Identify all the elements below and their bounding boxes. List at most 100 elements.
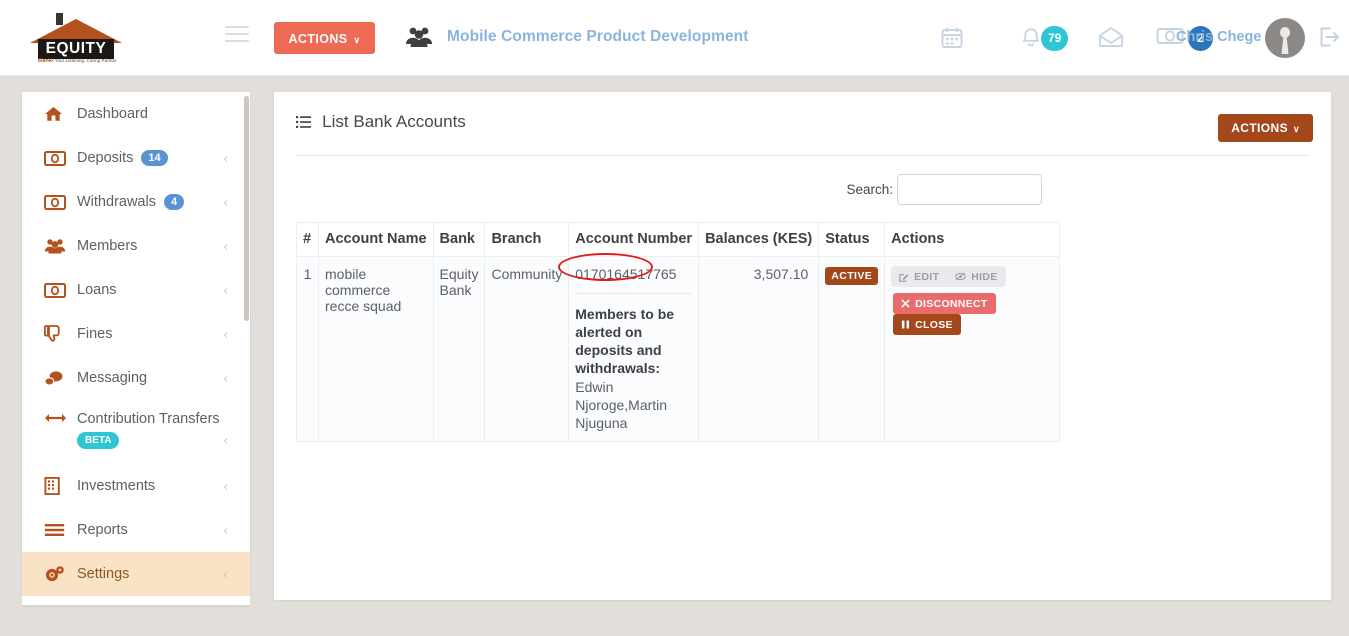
column-header-index[interactable]: # <box>296 222 319 257</box>
alerted-members-block: Members to be alerted on deposits and wi… <box>575 293 693 432</box>
users-group-icon <box>405 25 433 49</box>
calendar-icon[interactable] <box>940 26 964 50</box>
column-header-bank[interactable]: Bank <box>432 222 486 257</box>
close-button-label: CLOSE <box>915 318 953 331</box>
card-actions-button[interactable]: ACTIONS ∨ <box>1218 114 1313 142</box>
envelope-open-icon[interactable] <box>1098 26 1123 50</box>
bell-icon[interactable] <box>1019 26 1043 50</box>
chevron-left-icon: ‹ <box>223 432 228 448</box>
alerted-members-names: Edwin Njoroge,Martin Njuguna <box>575 379 668 431</box>
sidebar-item-messaging[interactable]: Messaging ‹ <box>22 356 250 400</box>
table-header: # Account Name Bank Branch Account Numbe… <box>296 222 1060 257</box>
sidebar-badge-deposits: 14 <box>141 150 168 166</box>
sidebar-item-label: Fines <box>77 326 113 342</box>
team-name-link[interactable]: Mobile Commerce Product Development <box>447 28 749 46</box>
table-header-row: # Account Name Bank Branch Account Numbe… <box>296 222 1060 257</box>
logo-wordmark: EQUITY <box>38 39 114 59</box>
cell-account-name: mobile commerce recce squad <box>318 256 434 442</box>
edit-button[interactable]: EDIT <box>891 266 948 287</box>
sidebar-item-label: Loans <box>77 282 117 298</box>
avatar[interactable] <box>1265 18 1305 58</box>
sidebar-item-label: Reports <box>77 522 128 538</box>
bank-accounts-card: List Bank Accounts ACTIONS ∨ Search: # Ac… <box>274 92 1331 600</box>
sidebar-item-contribution-transfers[interactable]: Contribution Transfers BETA ‹ <box>22 400 250 464</box>
gears-icon <box>44 565 70 583</box>
hamburger-icon[interactable] <box>225 26 249 44</box>
logo-chimney <box>56 13 63 25</box>
chevron-left-icon: ‹ <box>223 150 228 166</box>
sidebar-item-loans[interactable]: Loans ‹ <box>22 268 250 312</box>
sidebar-item-label: Withdrawals <box>77 194 156 210</box>
thumbs-down-icon <box>44 325 70 343</box>
search-label: Search: <box>846 182 893 197</box>
status-badge: ACTIVE <box>825 267 879 285</box>
equity-bank-logo[interactable]: EQUITY Bank• Your Listening, Caring Part… <box>30 11 122 65</box>
chevron-left-icon: ‹ <box>223 326 228 342</box>
user-name-link[interactable]: Chris Chege <box>1176 29 1261 45</box>
banknote-icon <box>44 282 70 298</box>
search-input[interactable] <box>897 174 1042 205</box>
hide-button-label: HIDE <box>971 270 998 283</box>
sign-out-icon[interactable] <box>1317 26 1341 50</box>
sidebar-item-label: Contribution Transfers <box>77 411 220 427</box>
row-action-group-secondary: DISCONNECT CLOSE <box>893 293 1053 335</box>
banknote-icon <box>44 194 70 210</box>
sidebar-scrollbar[interactable] <box>244 96 249 321</box>
logo-tagline-text: • Your Listening, Caring Partner <box>52 58 117 63</box>
list-ul-icon <box>296 114 315 131</box>
account-number-value: 0170164517765 <box>575 266 677 282</box>
chevron-left-icon: ‹ <box>223 370 228 386</box>
sidebar-badge-beta: BETA <box>77 432 120 449</box>
pencil-square-icon <box>899 272 909 282</box>
users-group-icon <box>44 238 70 254</box>
column-header-branch[interactable]: Branch <box>484 222 570 257</box>
sidebar-item-label: Members <box>77 238 138 254</box>
close-button[interactable]: CLOSE <box>893 314 961 335</box>
disconnect-button[interactable]: DISCONNECT <box>893 293 996 314</box>
sidebar-item-members[interactable]: Members ‹ <box>22 224 250 268</box>
sidebar-item-label: Deposits <box>77 150 134 166</box>
bank-accounts-table: # Account Name Bank Branch Account Numbe… <box>296 222 1060 442</box>
sidebar-item-fines[interactable]: Fines ‹ <box>22 312 250 356</box>
logo-tagline: Bank• Your Listening, Caring Partner <box>38 58 122 64</box>
column-header-account-name[interactable]: Account Name <box>318 222 434 257</box>
hide-button[interactable]: HIDE <box>947 266 1006 287</box>
sidebar-badge-withdrawals: 4 <box>163 194 185 210</box>
notifications-count-badge[interactable]: 79 <box>1041 26 1069 51</box>
cell-bank: Equity Bank <box>432 256 486 442</box>
sidebar-item-deposits[interactable]: Deposits 14 ‹ <box>22 136 250 180</box>
column-header-balances[interactable]: Balances (KES) <box>698 222 820 257</box>
cell-index: 1 <box>296 256 319 442</box>
alerted-members-title: Members to be alerted on deposits and wi… <box>575 306 675 376</box>
column-header-account-number[interactable]: Account Number <box>568 222 700 257</box>
cell-actions: EDIT HIDE DISCONNECT CLOSE <box>884 256 1060 442</box>
header-actions-label: ACTIONS <box>288 32 348 46</box>
sidebar-item-settings[interactable]: Settings ‹ <box>22 552 250 596</box>
chat-bubbles-icon <box>44 370 70 387</box>
header-actions-button[interactable]: ACTIONS ∨ <box>274 22 375 54</box>
times-icon <box>901 299 910 308</box>
chevron-down-icon: ∨ <box>1293 124 1300 134</box>
sidebar-nav: Dashboard Deposits 14 ‹ Withdrawals 4 ‹ <box>22 92 250 605</box>
eye-slash-icon <box>955 272 967 281</box>
column-header-status[interactable]: Status <box>818 222 886 257</box>
card-divider <box>296 155 1309 156</box>
sidebar-item-withdrawals[interactable]: Withdrawals 4 ‹ <box>22 180 250 224</box>
banknote-icon <box>44 150 70 166</box>
sidebar-item-label: Investments <box>77 478 156 494</box>
cell-branch: Community <box>484 256 570 442</box>
sidebar-item-investments[interactable]: Investments ‹ <box>22 464 250 508</box>
column-header-actions[interactable]: Actions <box>884 222 1060 257</box>
sidebar-item-dashboard[interactable]: Dashboard <box>22 92 250 136</box>
chevron-left-icon: ‹ <box>223 238 228 254</box>
pause-icon <box>901 320 910 329</box>
edit-button-label: EDIT <box>914 270 940 283</box>
cell-account-number: 0170164517765 Members to be alerted on d… <box>568 256 700 442</box>
card-actions-label: ACTIONS <box>1231 121 1288 135</box>
table-row: 1 mobile commerce recce squad Equity Ban… <box>296 256 1060 442</box>
row-action-group: EDIT HIDE <box>891 266 1006 287</box>
chevron-left-icon: ‹ <box>223 282 228 298</box>
disconnect-button-label: DISCONNECT <box>915 297 988 310</box>
chevron-left-icon: ‹ <box>223 522 228 538</box>
sidebar-item-reports[interactable]: Reports ‹ <box>22 508 250 552</box>
